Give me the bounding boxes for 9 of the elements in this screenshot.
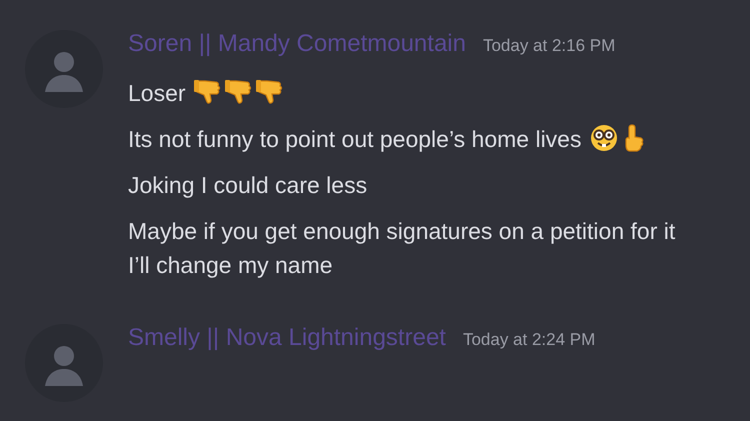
message-text: Maybe if you get enough signatures on a petition for it I’ll change my name <box>128 217 676 280</box>
timestamp: Today at 2:24 PM <box>462 330 596 350</box>
username[interactable]: Soren || Mandy Cometmountain <box>128 30 466 58</box>
message-text: Its not funny to point out people’s home lives <box>128 122 688 156</box>
message-text: Loser <box>128 76 688 110</box>
timestamp: Today at 2:16 PM <box>482 36 616 56</box>
nerd-face-icon <box>588 123 619 153</box>
username[interactable]: Smelly || Nova Lightningstreet <box>128 324 446 352</box>
message-text: Joking I could care less <box>128 171 368 200</box>
